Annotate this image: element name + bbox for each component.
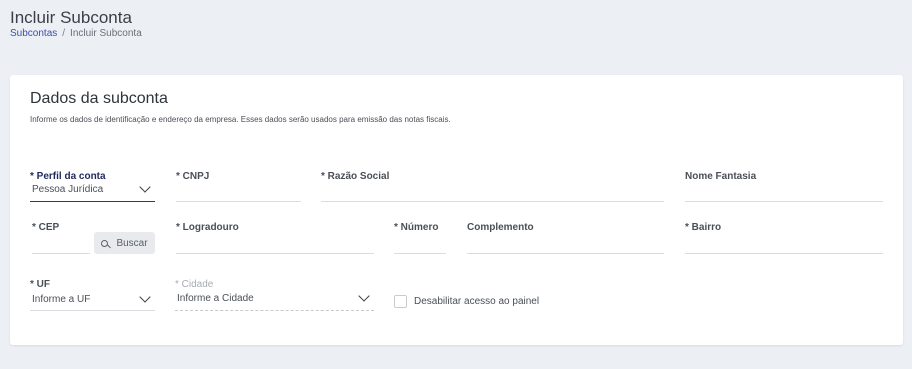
razao-social-label: * Razão Social xyxy=(321,171,390,182)
nome-fantasia-field[interactable]: Nome Fantasia xyxy=(685,171,883,203)
nome-fantasia-label: Nome Fantasia xyxy=(685,171,757,182)
numero-underline xyxy=(394,253,446,254)
cep-underline xyxy=(32,253,90,254)
buscar-label: Buscar xyxy=(116,237,148,249)
logradouro-underline xyxy=(176,253,374,254)
complemento-underline xyxy=(467,253,664,254)
complemento-field[interactable]: Complemento xyxy=(467,222,664,255)
bairro-underline xyxy=(685,253,883,254)
numero-field[interactable]: * Número xyxy=(394,222,446,255)
cidade-label: * Cidade xyxy=(175,279,214,290)
numero-label: * Número xyxy=(394,222,439,233)
chevron-down-icon xyxy=(139,291,151,303)
nome-fantasia-underline xyxy=(685,201,883,202)
uf-placeholder: Informe a UF xyxy=(32,294,91,305)
razao-social-field[interactable]: * Razão Social xyxy=(321,171,664,203)
uf-label: * UF xyxy=(30,279,50,290)
cidade-select[interactable]: * Cidade Informe a Cidade xyxy=(175,279,374,312)
cep-field[interactable]: * CEP xyxy=(32,222,90,255)
complemento-label: Complemento xyxy=(467,222,534,233)
subconta-form-card: Dados da subconta Informe os dados de id… xyxy=(10,75,903,345)
bairro-label: * Bairro xyxy=(685,222,722,233)
desabilitar-acesso-checkbox[interactable] xyxy=(394,295,407,308)
logradouro-label: * Logradouro xyxy=(176,222,239,233)
cidade-underline xyxy=(175,310,374,311)
chevron-down-icon xyxy=(139,181,151,193)
uf-select[interactable]: * UF Informe a UF xyxy=(30,279,155,312)
chevron-down-icon xyxy=(358,290,370,302)
breadcrumb: Subcontas / Incluir Subconta xyxy=(10,28,142,39)
buscar-cep-button[interactable]: Buscar xyxy=(94,232,155,254)
breadcrumb-current: Incluir Subconta xyxy=(70,28,142,39)
cnpj-underline xyxy=(176,201,301,202)
search-icon xyxy=(101,239,109,247)
cnpj-field[interactable]: * CNPJ xyxy=(176,171,301,203)
logradouro-field[interactable]: * Logradouro xyxy=(176,222,374,255)
uf-underline xyxy=(30,310,155,311)
cidade-placeholder: Informe a Cidade xyxy=(177,293,254,304)
cep-label: * CEP xyxy=(32,222,60,233)
perfil-label: * Perfil da conta xyxy=(30,171,106,182)
razao-social-underline xyxy=(321,201,664,202)
cnpj-label: * CNPJ xyxy=(176,171,210,182)
card-subtitle: Informe os dados de identificação e ende… xyxy=(30,115,451,124)
desabilitar-acesso-label: Desabilitar acesso ao painel xyxy=(414,296,540,307)
perfil-select[interactable]: * Perfil da conta Pessoa Jurídica xyxy=(30,171,155,203)
bairro-field[interactable]: * Bairro xyxy=(685,222,883,255)
perfil-underline xyxy=(30,201,155,202)
perfil-value: Pessoa Jurídica xyxy=(32,184,104,195)
breadcrumb-separator: / xyxy=(62,28,66,39)
desabilitar-acesso-option[interactable]: Desabilitar acesso ao painel xyxy=(394,295,539,308)
page-title: Incluir Subconta xyxy=(10,8,132,27)
breadcrumb-link-subcontas[interactable]: Subcontas xyxy=(10,28,57,39)
card-title: Dados da subconta xyxy=(30,90,168,107)
